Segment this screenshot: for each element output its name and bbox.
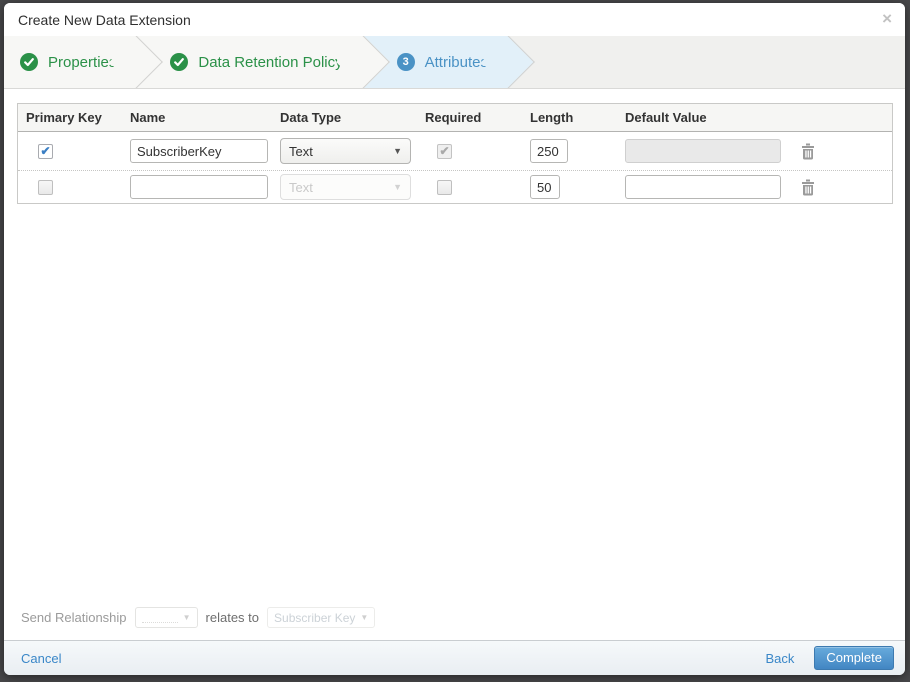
step-label: Properties: [48, 53, 117, 71]
chevron-down-icon: ▼: [393, 146, 402, 156]
data-type-select[interactable]: Text ▼: [280, 138, 411, 164]
name-input[interactable]: [130, 139, 268, 163]
table-row: ✔ Text ▼ ✔: [18, 132, 892, 171]
step-number-badge: 3: [396, 53, 415, 71]
table-row: Text ▼: [18, 171, 892, 203]
default-value-input[interactable]: [625, 175, 781, 199]
modal-body: Primary Key Name Data Type Required Leng…: [4, 89, 905, 640]
step-label: Attributes: [424, 53, 488, 71]
col-header-length: Length: [530, 110, 574, 125]
trash-icon[interactable]: [800, 178, 816, 196]
table-header-row: Primary Key Name Data Type Required Leng…: [18, 104, 892, 132]
length-input[interactable]: [530, 139, 568, 163]
create-data-extension-modal: Create New Data Extension × Properties D…: [4, 3, 905, 675]
modal-footer: Cancel Back Complete: [4, 640, 905, 675]
col-header-data-type: Data Type: [280, 110, 342, 125]
send-relationship-select: ▼: [134, 607, 198, 628]
primary-key-checkbox[interactable]: ✔: [38, 143, 53, 159]
attributes-table: Primary Key Name Data Type Required Leng…: [17, 103, 893, 204]
empty-value-placeholder: [141, 612, 178, 624]
step-data-retention-policy[interactable]: Data Retention Policy: [136, 36, 363, 88]
screen: { "modal": { "title": "Create New Data E…: [0, 0, 910, 682]
check-icon: [170, 53, 189, 71]
length-input[interactable]: [530, 175, 560, 199]
cancel-button[interactable]: Cancel: [21, 651, 61, 666]
required-checkbox: ✔: [437, 143, 452, 159]
complete-button[interactable]: Complete: [814, 646, 894, 670]
close-icon[interactable]: ×: [882, 10, 892, 27]
step-label: Data Retention Policy: [198, 53, 343, 71]
required-checkbox[interactable]: [437, 179, 452, 195]
subscriber-key-value: Subscriber Key: [274, 610, 356, 625]
col-header-required: Required: [425, 110, 482, 125]
chevron-down-icon: ▼: [360, 613, 369, 622]
data-type-value: Text: [289, 143, 313, 159]
data-type-select: Text ▼: [280, 174, 411, 200]
chevron-down-icon: ▼: [393, 182, 402, 192]
modal-titlebar: Create New Data Extension ×: [4, 3, 905, 36]
send-relationship-row: Send Relationship ▼ relates to Subscribe…: [4, 607, 905, 640]
col-header-default-value: Default Value: [625, 110, 707, 125]
check-icon: [20, 53, 38, 71]
primary-key-checkbox[interactable]: [38, 179, 53, 195]
send-relationship-label: Send Relationship: [21, 610, 127, 625]
data-type-value: Text: [289, 179, 313, 195]
chevron-down-icon: ▼: [182, 613, 191, 622]
default-value-input: [625, 139, 781, 163]
modal-title: Create New Data Extension: [18, 11, 191, 28]
wizard-steps: Properties Data Retention Policy 3 Attri…: [4, 36, 905, 89]
col-header-primary-key: Primary Key: [26, 110, 102, 125]
step-properties[interactable]: Properties: [4, 36, 137, 88]
name-input[interactable]: [130, 175, 268, 199]
back-button[interactable]: Back: [765, 651, 794, 666]
col-header-name: Name: [130, 110, 166, 125]
subscriber-key-select: Subscriber Key ▼: [267, 607, 376, 628]
relates-to-label: relates to: [205, 610, 260, 625]
trash-icon[interactable]: [800, 142, 816, 160]
